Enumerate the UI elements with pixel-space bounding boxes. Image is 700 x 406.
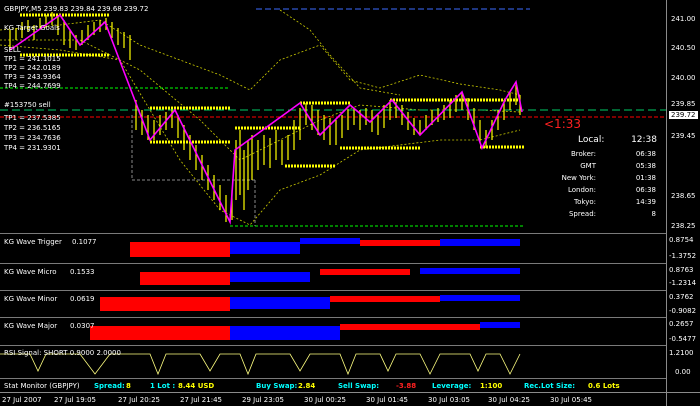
trigger-scale-top: 0.8754 <box>669 236 694 244</box>
zigzag-line <box>9 13 523 226</box>
price-label: 238.25 <box>671 222 696 230</box>
indicator-value-trigger: 0.1077 <box>72 238 97 246</box>
micro-scale-top: 0.8763 <box>669 266 694 274</box>
indicator-value-minor: 0.0619 <box>70 295 95 303</box>
minor-scale-top: 0.3762 <box>669 293 694 301</box>
sell-swap-val: -3.88 <box>396 382 417 390</box>
time-label: 27 Jul 2007 <box>2 396 42 404</box>
info-spread-key: Spread: <box>568 210 596 218</box>
tp3-up: TP3 = 243.9364 <box>4 73 61 81</box>
spread-val: 8 <box>126 382 131 390</box>
stat-monitor-label: Stat Monitor (GBPJPY) <box>4 382 80 390</box>
symbol-header: GBPJPY,M5 239.83 239.84 239.68 239.72 <box>4 5 149 13</box>
time-label: 27 Jul 20:25 <box>118 396 160 404</box>
tp2-down: TP2 = 236.5165 <box>4 124 61 132</box>
indicator-name-micro: KG Wave Micro <box>4 268 57 276</box>
sell-label-up: SELL <box>4 46 21 54</box>
top-band <box>279 9 401 96</box>
time-label: 30 Jul 00:25 <box>304 396 346 404</box>
time-label: 27 Jul 19:05 <box>54 396 96 404</box>
indicator-panel-major[interactable]: KG Wave Major 0.0307 <box>0 317 666 345</box>
tp1-up: TP1 = 241.1015 <box>4 55 61 63</box>
price-label: 240.00 <box>671 74 696 82</box>
trigger-scale-bottom: -1.3752 <box>669 252 697 260</box>
tp1-down: TP1 = 237.5385 <box>4 114 61 122</box>
indicator-value-major: 0.0307 <box>70 322 95 330</box>
lower-band <box>0 44 521 226</box>
indicator-panel-trigger[interactable]: KG Wave Trigger 0.1077 <box>0 233 666 263</box>
price-label: 240.50 <box>671 44 696 52</box>
time-label: 30 Jul 03:05 <box>428 396 470 404</box>
indicator-name-rsi: RSI Signal: SHORT 0.9000 2.0000 <box>4 349 121 357</box>
price-label: 241.00 <box>671 15 696 23</box>
time-label: 30 Jul 01:45 <box>366 396 408 404</box>
rsi-scale-top: 1.2100 <box>669 349 694 357</box>
rsi-scale-bottom: 0.00 <box>675 368 691 376</box>
micro-scale-bottom: -1.2314 <box>669 279 697 287</box>
time-label: 30 Jul 05:45 <box>550 396 592 404</box>
spread-key: Spread: <box>94 382 125 390</box>
price-label: 239.85 <box>671 100 696 108</box>
time-label: 29 Jul 23:05 <box>242 396 284 404</box>
info-tokyo-val: 14:39 <box>635 198 656 206</box>
current-price-tag: 239.72 <box>669 111 698 119</box>
kg-target-label: KG Target Goals <box>4 24 60 32</box>
tp4-down: TP4 = 231.9301 <box>4 144 61 152</box>
indicator-panel-minor[interactable]: KG Wave Minor 0.0619 <box>0 290 666 317</box>
lot-val: 8.44 USD <box>178 382 215 390</box>
info-tokyo-key: Tokyo: <box>574 198 596 206</box>
indicator-panel-rsi[interactable]: RSI Signal: SHORT 0.9000 2.0000 <box>0 345 666 378</box>
info-gmt-key: GMT <box>580 162 596 170</box>
price-axis[interactable]: 241.00 240.50 240.00 239.85 239.72 239.4… <box>666 0 700 406</box>
tp4-up: TP4 = 244.7699 <box>4 82 61 90</box>
upper-band <box>0 19 521 96</box>
info-newyork-val: 01:38 <box>635 174 656 182</box>
major-scale-top: 0.2657 <box>669 320 694 328</box>
info-spread-val: 8 <box>651 210 656 218</box>
tp2-up: TP2 = 242.0189 <box>4 64 61 72</box>
time-label: 27 Jul 21:45 <box>180 396 222 404</box>
time-axis: 27 Jul 2007 27 Jul 19:05 27 Jul 20:25 27… <box>0 392 700 406</box>
main-chart[interactable]: GBPJPY,M5 239.83 239.84 239.68 239.72 KG… <box>0 0 666 233</box>
stat-monitor-bar: Stat Monitor (GBPJPY) Spread: 8 1 Lot : … <box>0 378 666 392</box>
candle-countdown: <1:33 <box>544 117 582 131</box>
tp3-down: TP3 = 234.7636 <box>4 134 61 142</box>
info-london-key: London: <box>567 186 596 194</box>
rec-lot-val: 0.6 Lots <box>588 382 620 390</box>
info-local-key: Local: <box>578 135 605 145</box>
info-local-val: 12:38 <box>631 135 657 145</box>
time-label: 30 Jul 04:25 <box>488 396 530 404</box>
price-label: 238.65 <box>671 192 696 200</box>
indicator-panel-micro[interactable]: KG Wave Micro 0.1533 <box>0 263 666 290</box>
buy-swap-val: 2.84 <box>298 382 316 390</box>
info-broker-key: Broker: <box>570 150 596 158</box>
info-newyork-key: New York: <box>561 174 596 182</box>
indicator-name-minor: KG Wave Minor <box>4 295 58 303</box>
major-scale-bottom: -0.5477 <box>669 335 697 343</box>
rec-lot-key: Rec.Lot Size: <box>524 382 576 390</box>
sell-label-down: #153750 sell <box>4 101 51 109</box>
info-gmt-val: 05:38 <box>635 162 656 170</box>
price-label: 239.45 <box>671 132 696 140</box>
buy-swap-key: Buy Swap: <box>256 382 298 390</box>
minor-scale-bottom: -0.9082 <box>669 307 697 315</box>
histogram-trigger <box>130 238 520 257</box>
indicator-name-trigger: KG Wave Trigger <box>4 238 62 246</box>
info-broker-val: 06:38 <box>635 150 656 158</box>
leverage-val: 1:100 <box>480 382 503 390</box>
sell-swap-key: Sell Swap: <box>338 382 380 390</box>
lot-key: 1 Lot : <box>150 382 176 390</box>
info-london-val: 06:38 <box>635 186 656 194</box>
indicator-name-major: KG Wave Major <box>4 322 58 330</box>
leverage-key: Leverage: <box>432 382 472 390</box>
indicator-value-micro: 0.1533 <box>70 268 95 276</box>
